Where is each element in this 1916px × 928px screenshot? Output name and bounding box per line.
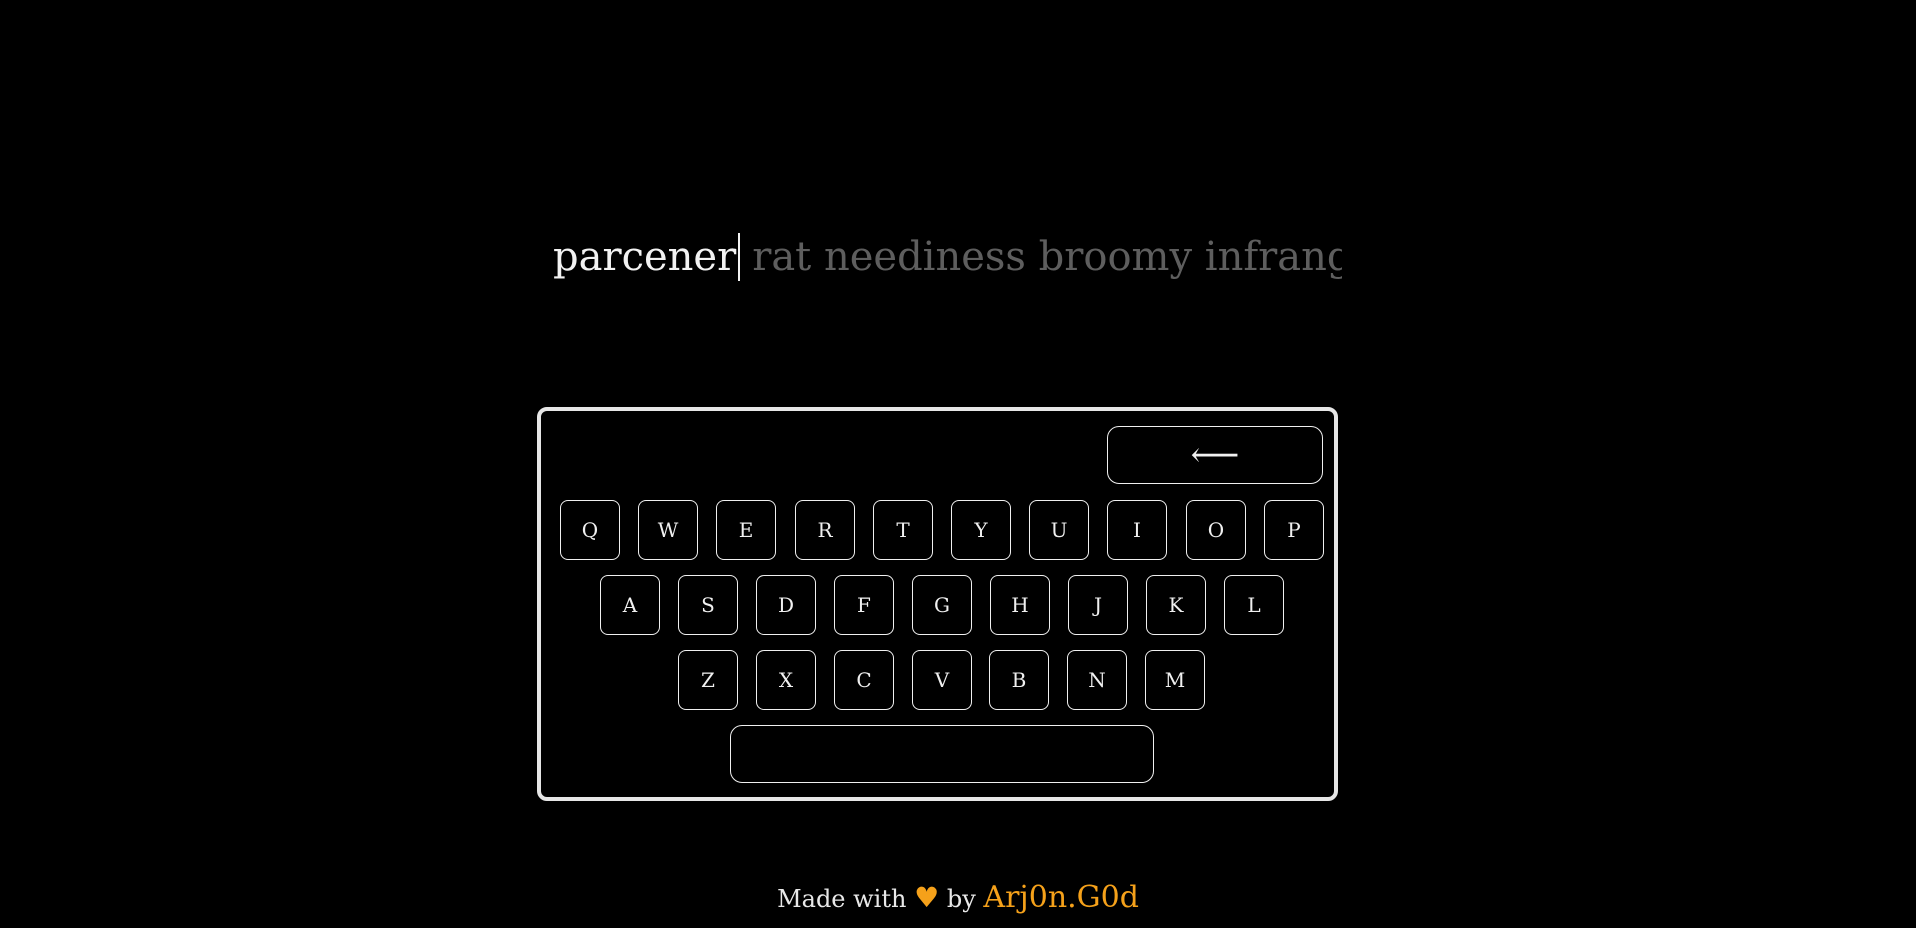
footer-credit: Made with ♥ by Arj0n.G0d <box>0 878 1916 919</box>
upcoming-words: rat neediness broomy infrangible <box>752 234 1342 280</box>
author-link[interactable]: Arj0n.G0d <box>983 880 1139 915</box>
typing-test-page: parcener rat neediness broomy infrangible… <box>0 0 1916 928</box>
key-f[interactable]: F <box>834 575 894 635</box>
heart-icon: ♥ <box>914 881 940 914</box>
key-d[interactable]: D <box>756 575 816 635</box>
key-c[interactable]: C <box>834 650 894 710</box>
key-q[interactable]: Q <box>560 500 620 560</box>
virtual-keyboard: ⟵ Q W E R T Y U I O P A S D F G H J K L … <box>537 407 1338 801</box>
key-g[interactable]: G <box>912 575 972 635</box>
key-e[interactable]: E <box>716 500 776 560</box>
key-a[interactable]: A <box>600 575 660 635</box>
key-m[interactable]: M <box>1145 650 1205 710</box>
key-z[interactable]: Z <box>678 650 738 710</box>
key-h[interactable]: H <box>990 575 1050 635</box>
key-r[interactable]: R <box>795 500 855 560</box>
key-v[interactable]: V <box>912 650 972 710</box>
typed-word: parcener <box>553 234 737 280</box>
key-u[interactable]: U <box>1029 500 1089 560</box>
text-caret <box>738 233 741 281</box>
made-with-text: Made with <box>777 885 907 913</box>
by-text: by <box>946 885 976 913</box>
key-y[interactable]: Y <box>951 500 1011 560</box>
key-i[interactable]: I <box>1107 500 1167 560</box>
space-key[interactable] <box>730 725 1154 783</box>
key-s[interactable]: S <box>678 575 738 635</box>
key-b[interactable]: B <box>989 650 1049 710</box>
key-t[interactable]: T <box>873 500 933 560</box>
backspace-key[interactable]: ⟵ <box>1107 426 1323 484</box>
key-l[interactable]: L <box>1224 575 1284 635</box>
key-n[interactable]: N <box>1067 650 1127 710</box>
typing-line[interactable]: parcener rat neediness broomy infrangible <box>553 226 1342 288</box>
key-k[interactable]: K <box>1146 575 1206 635</box>
key-o[interactable]: O <box>1186 500 1246 560</box>
key-x[interactable]: X <box>756 650 816 710</box>
key-w[interactable]: W <box>638 500 698 560</box>
key-j[interactable]: J <box>1068 575 1128 635</box>
key-p[interactable]: P <box>1264 500 1324 560</box>
